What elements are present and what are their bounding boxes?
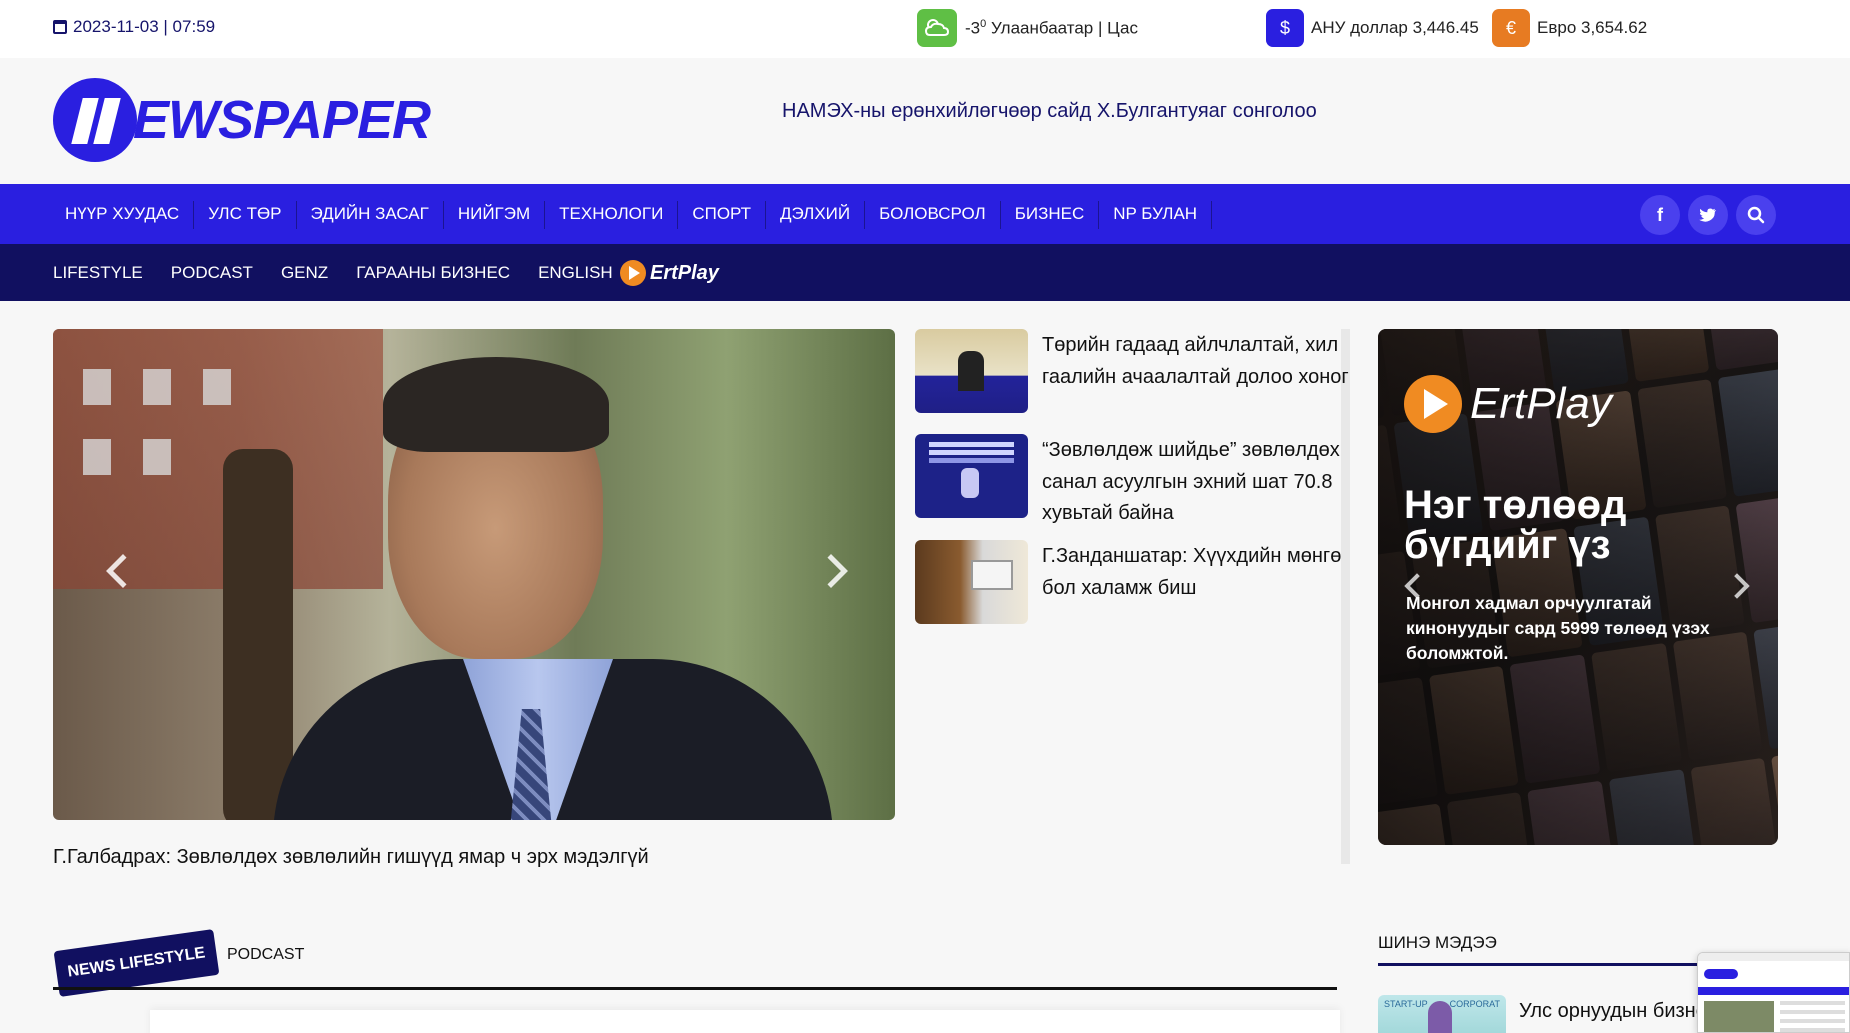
main-nav: НҮҮР ХУУДАС УЛС ТӨР ЭДИЙН ЗАСАГ НИЙГЭМ Т… <box>0 184 1850 244</box>
usd-rate-text: АНУ доллар 3,446.45 <box>1311 18 1479 37</box>
nav-item-sport[interactable]: СПОРТ <box>678 201 767 229</box>
nav-item-technology[interactable]: ТЕХНОЛОГИ <box>545 201 679 229</box>
date-time-text: 2023-11-03 | 07:59 <box>73 17 216 36</box>
hero-image-window <box>143 439 171 475</box>
screenshot-preview-thumbnail[interactable] <box>1697 952 1850 1033</box>
weather-widget: -30 Улаанбаатар | Цас <box>917 9 1138 47</box>
twitter-icon[interactable] <box>1688 195 1728 235</box>
weather-text: -30 Улаанбаатар | Цас <box>965 18 1138 39</box>
ad-brand: ErtPlay <box>1404 375 1612 433</box>
nav-item-society[interactable]: НИЙГЭМ <box>444 201 546 229</box>
weather-cloud-icon <box>917 9 957 47</box>
header-headline-link[interactable]: НАМЭХ-ны ерөнхийлөгчөөр сайд Х.Булгантуя… <box>782 100 1317 123</box>
thumb-label-startup: START-UP <box>1384 999 1428 1009</box>
usd-rate: $ АНУ доллар 3,446.45 <box>1266 9 1479 47</box>
preview-side-list <box>1780 1001 1845 1032</box>
subnav-item-podcast[interactable]: PODCAST <box>171 263 253 283</box>
date-time: 2023-11-03 | 07:59 <box>53 17 215 37</box>
news-title[interactable]: Төрийн гадаад айлчлалтай, хил гаалийн ач… <box>1042 330 1352 413</box>
ad-brand-name: ErtPlay <box>1470 379 1612 428</box>
side-news-list: Төрийн гадаад айлчлалтай, хил гаалийн ач… <box>915 329 1350 864</box>
news-title[interactable]: Г.Занданшатар: Хүүхдийн мөнгө бол халамж… <box>1042 541 1352 624</box>
nav-item-education[interactable]: БОЛОВСРОЛ <box>865 201 1001 229</box>
logo-mark <box>53 78 137 162</box>
preview-logo <box>1704 969 1738 979</box>
hero-caption-link[interactable]: Г.Галбадрах: Зөвлөлдөх зөвлөлийн гишүүд … <box>53 846 649 869</box>
top-bar: 2023-11-03 | 07:59 -30 Улаанбаатар | Цас… <box>0 0 1850 58</box>
eur-rate-text: Евро 3,654.62 <box>1537 18 1648 37</box>
hero-image-tree <box>223 449 293 820</box>
preview-nav <box>1698 987 1849 995</box>
nav-item-world[interactable]: ДЭЛХИЙ <box>766 201 866 229</box>
site-header: EWSPAPER НАМЭХ-ны ерөнхийлөгчөөр сайд Х.… <box>0 58 1850 184</box>
list-item[interactable]: Төрийн гадаад айлчлалтай, хил гаалийн ач… <box>915 329 1352 413</box>
site-logo[interactable]: EWSPAPER <box>53 78 431 162</box>
subnav-item-english[interactable]: ENGLISH <box>538 263 613 283</box>
search-icon[interactable] <box>1736 195 1776 235</box>
calendar-icon <box>53 20 67 34</box>
nav-item-economy[interactable]: ЭДИЙН ЗАСАГ <box>297 201 444 229</box>
euro-icon: € <box>1492 9 1530 47</box>
weather-degree: 0 <box>980 17 987 30</box>
latest-news-thumbnail[interactable]: START-UP CORPORAT <box>1378 995 1506 1033</box>
sub-nav: LIFESTYLE PODCAST GENZ ГАРААНЫ БИЗНЕС EN… <box>0 244 1850 301</box>
hero-slider[interactable] <box>53 329 895 820</box>
news-thumbnail[interactable] <box>915 434 1028 518</box>
facebook-icon[interactable]: f <box>1640 195 1680 235</box>
subnav-item-genz[interactable]: GENZ <box>281 263 328 283</box>
subnav-item-ertplay[interactable]: ErtPlay <box>620 260 719 286</box>
section-divider <box>53 987 1337 990</box>
ertplay-play-icon <box>620 260 646 286</box>
news-title[interactable]: “Зөвлөлдөж шийдье” зөвлөлдөх санал асуул… <box>1042 435 1352 530</box>
section-card-strip <box>150 1010 1340 1033</box>
ertplay-label: ErtPlay <box>650 261 719 284</box>
tab-podcast[interactable]: PODCAST <box>227 946 304 964</box>
weather-temp: -3 <box>965 18 981 38</box>
weather-place: Улаанбаатар | Цас <box>990 18 1139 38</box>
hero-image-window <box>83 439 111 475</box>
thumb-label-corporate: CORPORAT <box>1449 999 1500 1009</box>
nav-item-politics[interactable]: УЛС ТӨР <box>194 201 297 229</box>
news-thumbnail[interactable] <box>915 540 1028 624</box>
hero-image-window <box>203 369 231 405</box>
hero-image-hair <box>383 357 609 452</box>
news-thumbnail[interactable] <box>915 329 1028 413</box>
preview-browser-bar <box>1698 953 1849 961</box>
subnav-item-lifestyle[interactable]: LIFESTYLE <box>53 263 143 283</box>
nav-item-np-corner[interactable]: NP БУЛАН <box>1099 201 1213 229</box>
ad-headline: Нэг төлөөд бүгдийг үз <box>1404 483 1627 567</box>
nav-item-home[interactable]: НҮҮР ХУУДАС <box>53 201 195 229</box>
ertplay-ad-banner[interactable]: ErtPlay Нэг төлөөд бүгдийг үз Монгол хад… <box>1378 329 1778 845</box>
list-item[interactable]: Г.Занданшатар: Хүүхдийн мөнгө бол халамж… <box>915 540 1352 624</box>
nav-item-business[interactable]: БИЗНЕС <box>1001 201 1100 229</box>
slider-next-icon[interactable] <box>814 554 848 588</box>
preview-image <box>1704 1001 1774 1032</box>
eur-rate: € Евро 3,654.62 <box>1492 9 1647 47</box>
logo-text: EWSPAPER <box>133 90 431 150</box>
subnav-item-startup-business[interactable]: ГАРААНЫ БИЗНЕС <box>356 263 510 283</box>
ertplay-play-icon <box>1404 375 1462 433</box>
dollar-icon: $ <box>1266 9 1304 47</box>
hero-image-window <box>143 369 171 405</box>
thumb-figure <box>1428 1001 1452 1033</box>
hero-image-window <box>83 369 111 405</box>
list-item[interactable]: “Зөвлөлдөж шийдье” зөвлөлдөх санал асуул… <box>915 434 1352 530</box>
latest-news-heading: ШИНЭ МЭДЭЭ <box>1378 933 1497 952</box>
ad-body: Монгол хадмал орчуулгатай кинонуудыг сар… <box>1406 593 1710 663</box>
